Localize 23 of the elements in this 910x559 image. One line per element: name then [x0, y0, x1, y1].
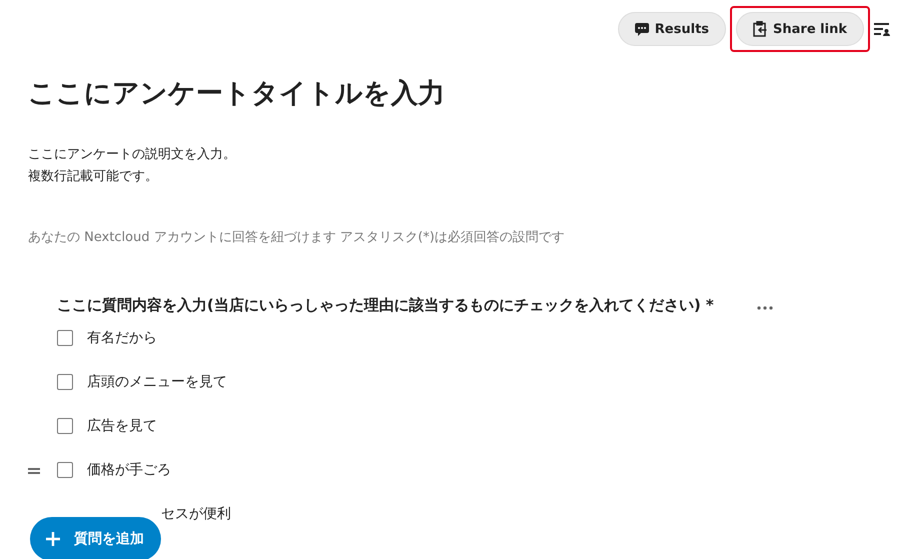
- share-link-button[interactable]: Share link: [736, 12, 864, 46]
- option-label: 価格が手ごろ: [87, 461, 171, 479]
- clipboard-icon: [753, 21, 768, 37]
- form-title: ここにアンケートタイトルを入力: [28, 77, 446, 111]
- description-line: ここにアンケートの説明文を入力。: [28, 146, 236, 164]
- description-line: 複数行記載可能です。: [28, 168, 158, 186]
- chat-icon: [634, 22, 649, 36]
- option-label: 広告を見て: [87, 417, 157, 435]
- option-label: セスが便利: [161, 505, 231, 523]
- checkbox[interactable]: [57, 330, 73, 346]
- checkbox[interactable]: [57, 374, 73, 390]
- filter-list-icon[interactable]: [874, 22, 890, 36]
- results-button[interactable]: Results: [618, 12, 726, 46]
- drag-handle-icon[interactable]: [28, 468, 40, 474]
- more-icon[interactable]: [757, 306, 773, 310]
- checkbox[interactable]: [57, 462, 73, 478]
- question-title: ここに質問内容を入力(当店にいらっしゃった理由に該当するものにチェックを入れてください) *: [57, 295, 715, 316]
- form-note: あなたの Nextcloud アカウントに回答を紐づけます アスタリスク(*)は必須回答の設問です: [28, 229, 565, 246]
- option-label: 店頭のメニューを見て: [87, 373, 227, 391]
- add-question-button[interactable]: 質問を追加: [30, 517, 161, 559]
- plus-icon: [46, 532, 60, 546]
- checkbox[interactable]: [57, 418, 73, 434]
- option-label: 有名だから: [87, 329, 157, 347]
